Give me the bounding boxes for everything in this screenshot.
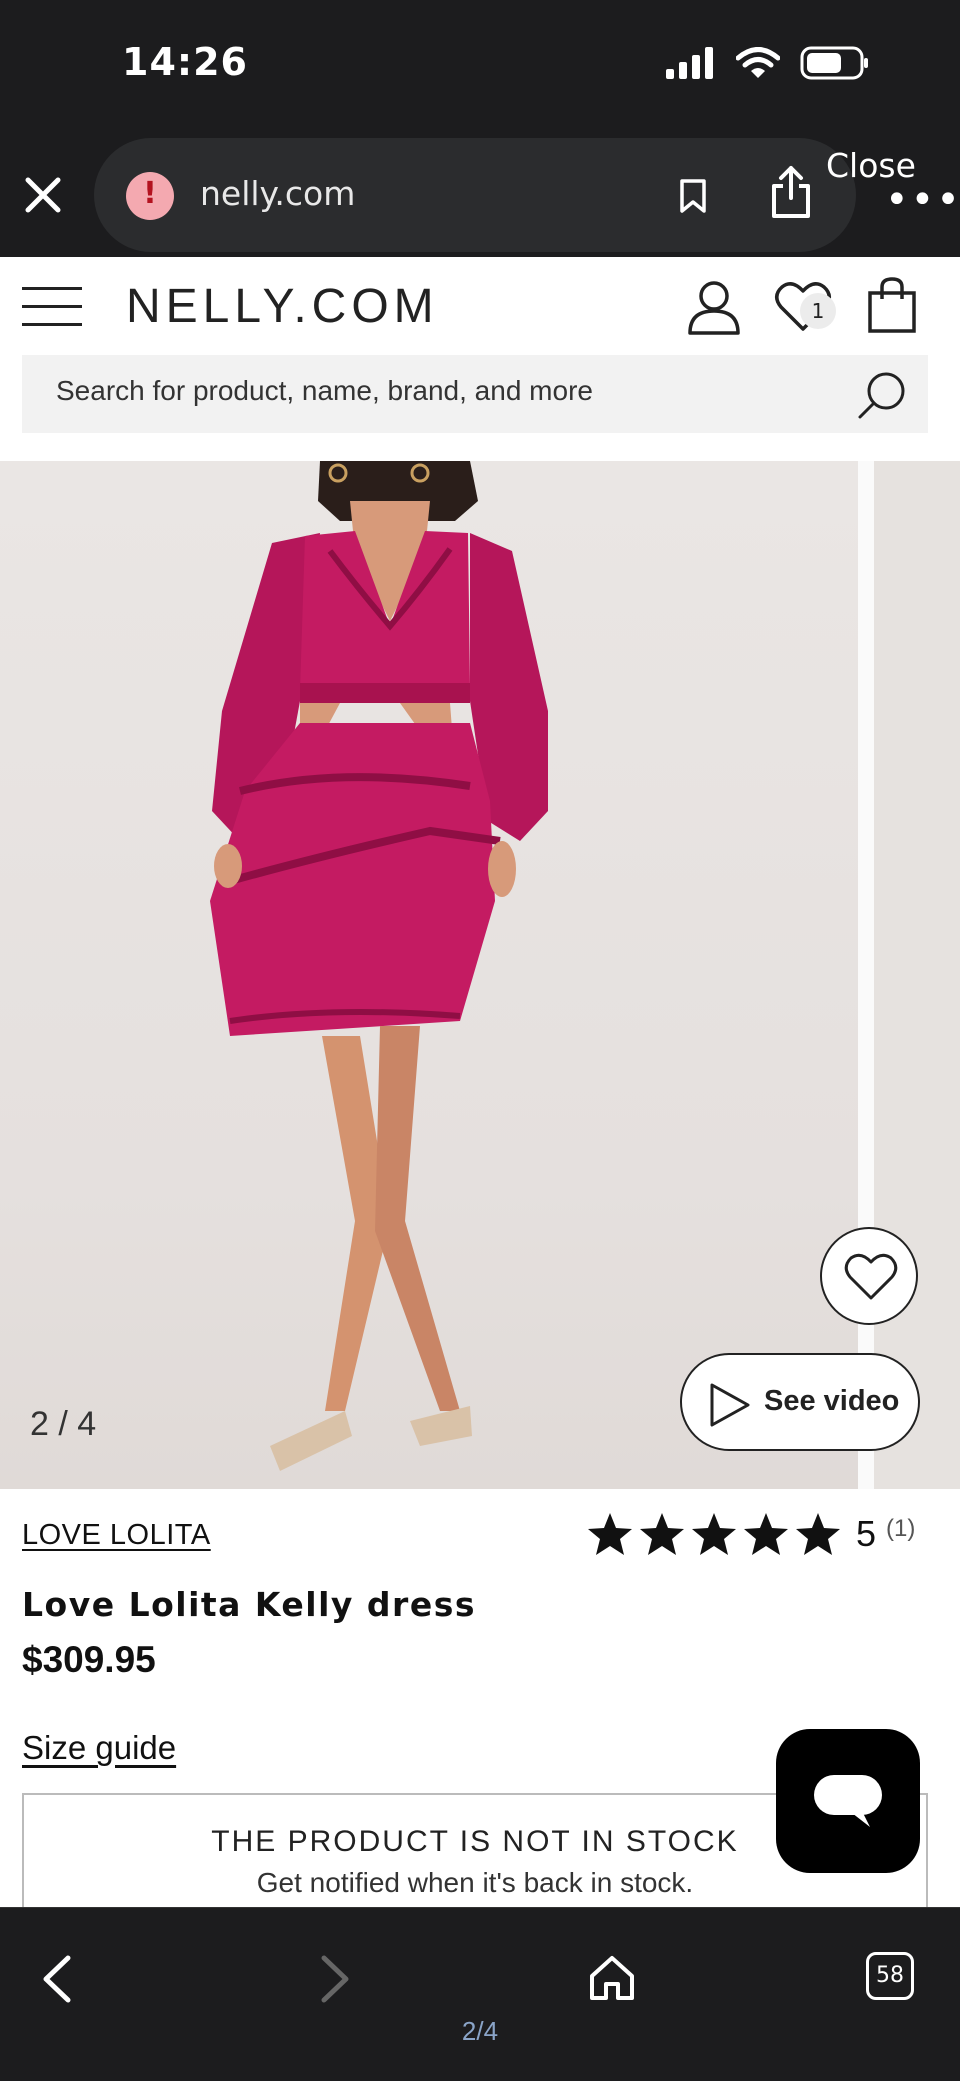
product-photo[interactable] bbox=[0, 461, 858, 1489]
product-gallery[interactable]: See video 2 / 4 bbox=[0, 461, 960, 1489]
shopping-bag-icon[interactable] bbox=[866, 277, 918, 337]
product-name: Love Lolita Kelly dress bbox=[22, 1585, 476, 1624]
heart-icon bbox=[844, 1253, 898, 1300]
page-indicator: 2/4 bbox=[461, 2016, 499, 2046]
rating-stars bbox=[586, 1511, 842, 1557]
home-icon[interactable] bbox=[588, 1954, 636, 2006]
back-arrow-icon[interactable] bbox=[38, 1954, 78, 2008]
browser-bottom-toolbar: 58 2/4 bbox=[0, 1907, 960, 2081]
battery-icon bbox=[800, 46, 870, 84]
bookmark-icon[interactable] bbox=[678, 178, 708, 218]
stock-subtitle: Get notified when it's back in stock. bbox=[256, 1867, 694, 1898]
forward-arrow-icon[interactable] bbox=[314, 1954, 354, 2008]
alert-icon[interactable] bbox=[126, 172, 174, 220]
next-image-peek[interactable] bbox=[874, 461, 960, 1489]
tab-count-button[interactable]: 58 bbox=[866, 1952, 914, 2000]
rating-score: 5 bbox=[856, 1513, 877, 1554]
site-header: NELLY.COM 1 bbox=[0, 257, 960, 353]
favorite-button[interactable] bbox=[820, 1227, 918, 1325]
model-illustration bbox=[210, 461, 548, 1471]
search-icon[interactable] bbox=[856, 369, 908, 425]
address-bar[interactable]: nelly.com bbox=[94, 138, 856, 252]
share-icon[interactable] bbox=[770, 164, 812, 224]
signal-icon bbox=[666, 47, 716, 83]
star-icon bbox=[588, 1513, 632, 1555]
play-icon bbox=[710, 1383, 750, 1427]
menu-icon[interactable] bbox=[22, 285, 82, 329]
brand-link[interactable]: LOVE LOLITA bbox=[22, 1519, 211, 1552]
chat-bubble-icon bbox=[814, 1775, 882, 1827]
browser-toolbar: nelly.com Close ••• bbox=[0, 130, 960, 257]
star-icon bbox=[744, 1513, 788, 1555]
gallery-divider bbox=[858, 461, 874, 1489]
screen: 14:26 ! nelly.com Close ••• NELLY.COM 1 … bbox=[0, 0, 960, 2081]
star-icon bbox=[640, 1513, 684, 1555]
chat-button[interactable] bbox=[776, 1729, 920, 1873]
more-options-icon[interactable]: ••• bbox=[885, 180, 960, 220]
search-bar bbox=[22, 355, 928, 433]
star-icon bbox=[692, 1513, 736, 1555]
wifi-icon bbox=[735, 47, 781, 83]
size-guide-link[interactable]: Size guide bbox=[22, 1729, 176, 1767]
status-icons bbox=[666, 46, 870, 84]
status-bar: 14:26 bbox=[0, 0, 960, 130]
rating-count: (1) bbox=[886, 1515, 916, 1542]
web-page: NELLY.COM 1 Search for product, name, br… bbox=[0, 257, 960, 1923]
search-input[interactable] bbox=[56, 375, 836, 407]
star-icon bbox=[796, 1513, 840, 1555]
see-video-label: See video bbox=[764, 1385, 900, 1417]
site-logo[interactable]: NELLY.COM bbox=[126, 279, 439, 334]
wishlist-count-badge: 1 bbox=[800, 293, 836, 329]
rating[interactable]: 5 (1) bbox=[586, 1511, 915, 1557]
slide-counter: 2 / 4 bbox=[30, 1405, 97, 1443]
status-time: 14:26 bbox=[122, 40, 248, 84]
account-icon[interactable] bbox=[686, 279, 742, 339]
see-video-button[interactable]: See video bbox=[680, 1353, 920, 1451]
url-text: nelly.com bbox=[200, 174, 356, 213]
product-price: $309.95 bbox=[22, 1639, 156, 1680]
close-tab-icon[interactable] bbox=[20, 172, 66, 218]
